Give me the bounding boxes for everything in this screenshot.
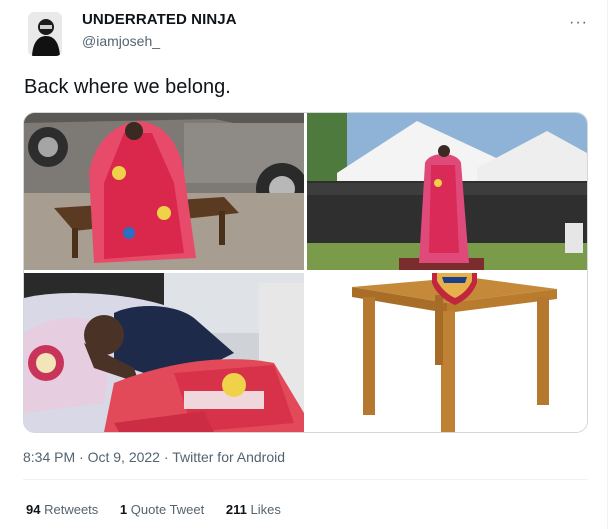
retweets-label: Retweets	[44, 502, 99, 517]
media-image-2[interactable]	[307, 113, 587, 270]
media-grid	[23, 112, 588, 433]
display-name[interactable]: UNDERRATED NINJA	[82, 11, 237, 29]
tweet: UNDERRATED NINJA @iamjoseh_ ··· Back whe…	[0, 0, 608, 529]
more-icon[interactable]: ···	[569, 14, 588, 32]
retweets-stat[interactable]: 94 Retweets	[26, 502, 98, 517]
author-names: UNDERRATED NINJA @iamjoseh_	[82, 11, 237, 49]
meta-separator: ·	[163, 449, 173, 465]
tweet-time[interactable]: 8:34 PM	[23, 449, 75, 465]
tweet-text: Back where we belong.	[24, 76, 231, 98]
likes-stat[interactable]: 211 Likes	[226, 502, 281, 517]
tweet-stats: 94 Retweets 1 Quote Tweet 211 Likes	[26, 502, 299, 517]
divider	[23, 479, 588, 480]
tweet-date[interactable]: Oct 9, 2022	[88, 449, 160, 465]
meta-separator: ·	[79, 449, 88, 465]
tweet-meta: 8:34 PM · Oct 9, 2022 · Twitter for Andr…	[23, 449, 285, 465]
likes-label: Likes	[250, 502, 281, 517]
quotes-label: Quote Tweet	[130, 502, 205, 517]
quotes-count: 1	[119, 502, 128, 517]
likes-count: 211	[225, 502, 247, 517]
tweet-source[interactable]: Twitter for Android	[172, 449, 285, 465]
quote-tweets-stat[interactable]: 1 Quote Tweet	[120, 502, 204, 517]
handle[interactable]: @iamjoseh_	[82, 33, 237, 49]
media-image-3[interactable]	[24, 273, 304, 432]
tweet-header: UNDERRATED NINJA @iamjoseh_ ···	[28, 11, 588, 56]
media-image-1[interactable]	[24, 113, 304, 270]
avatar[interactable]	[28, 12, 62, 56]
retweets-count: 94	[26, 502, 41, 517]
media-image-4[interactable]	[307, 273, 587, 432]
